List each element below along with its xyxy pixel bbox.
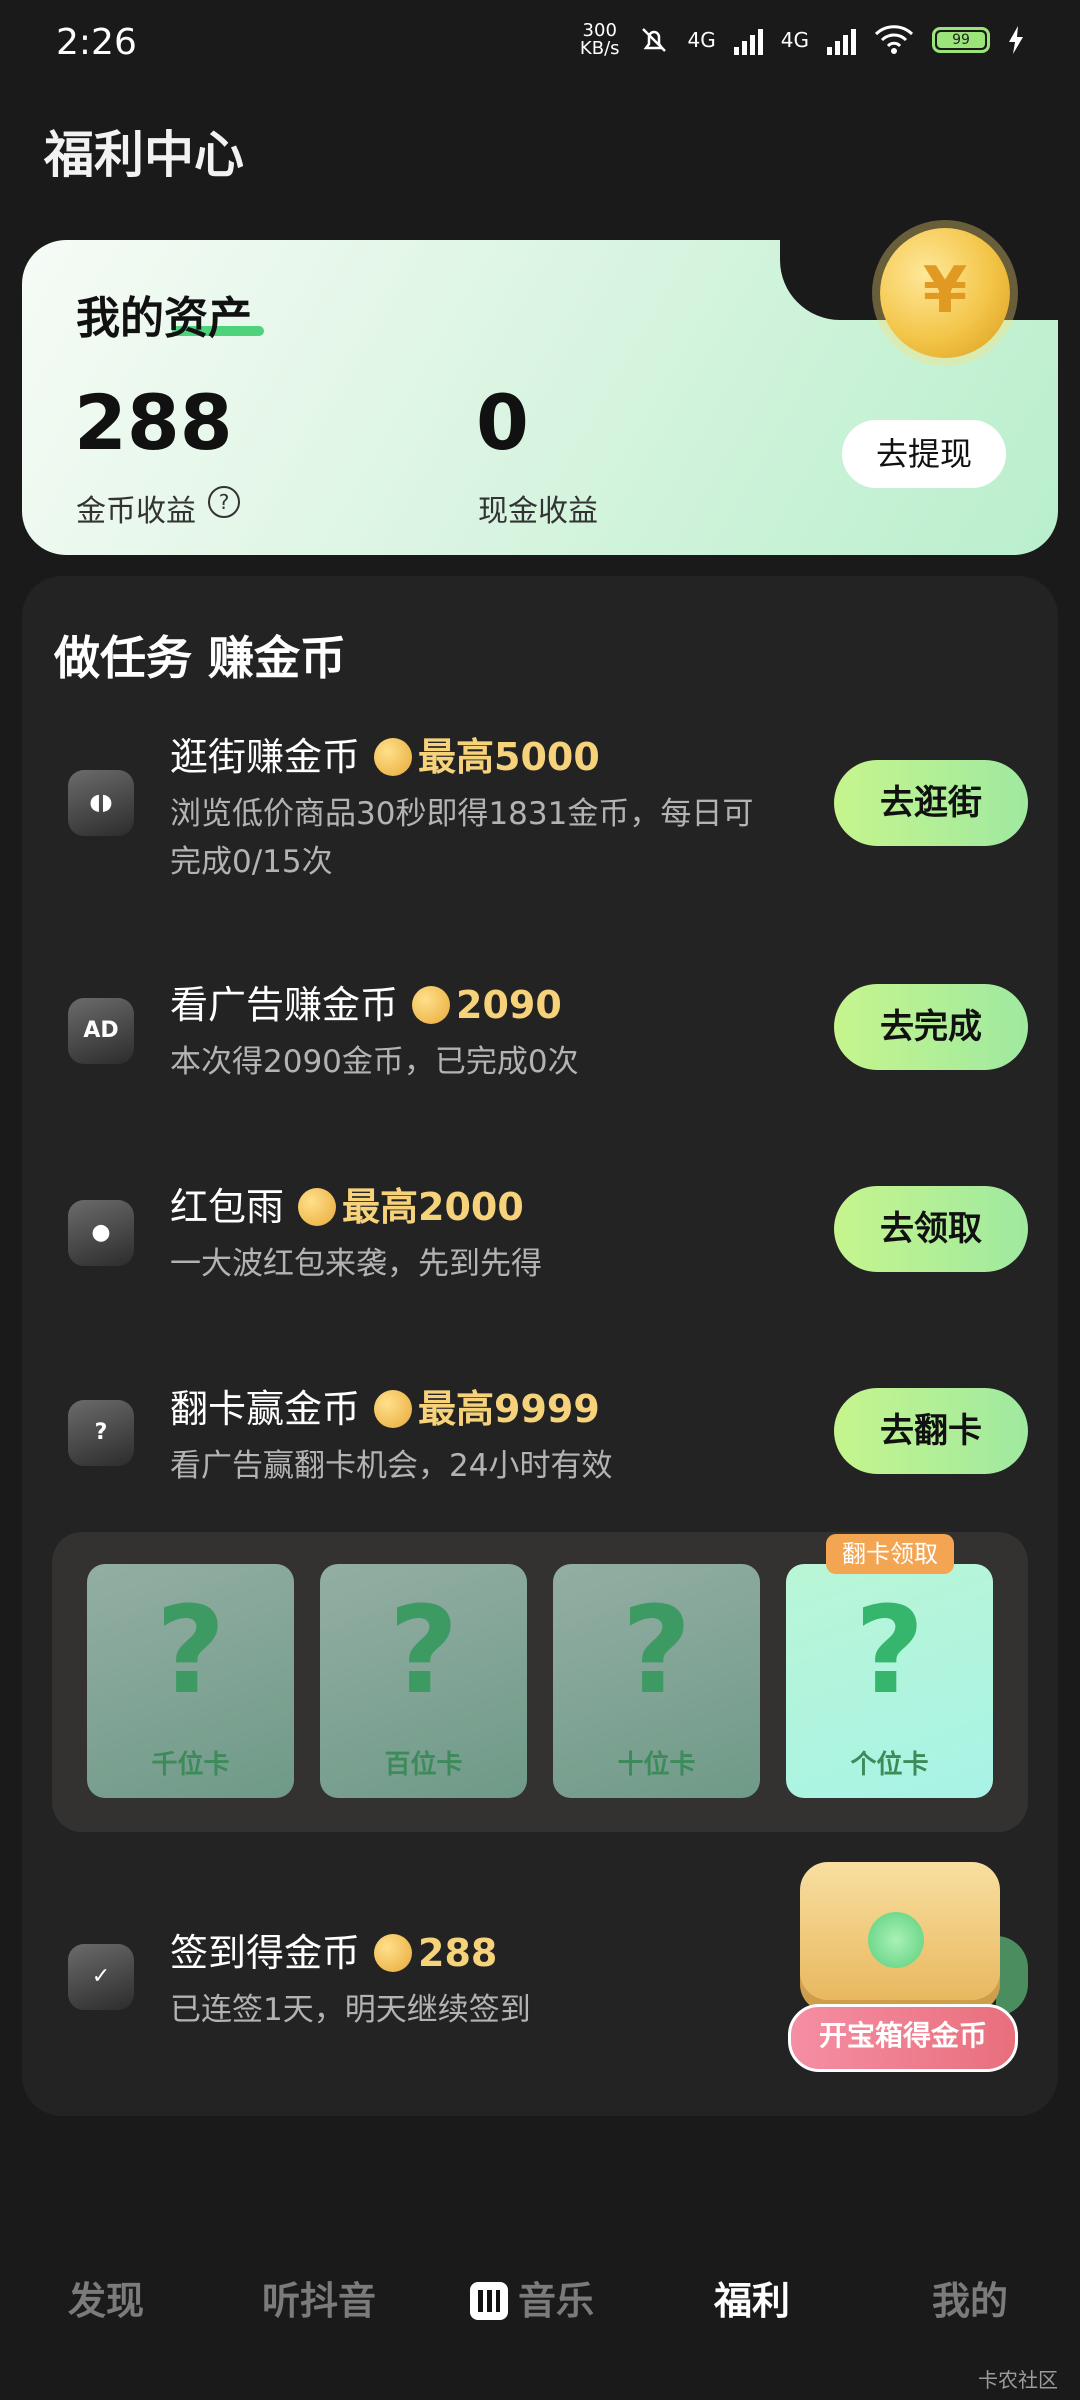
task-flipcard-desc: 看广告赢翻卡机会，24小时有效 — [170, 1448, 613, 1484]
question-mark: ? — [854, 1582, 925, 1721]
coin-icon — [374, 738, 413, 776]
task-shopping-desc: 浏览低价商品30秒即得1831金币，每日可 完成0/15次 — [170, 796, 754, 880]
hundreds-card[interactable]: ? 百位卡 — [320, 1564, 527, 1798]
go-shopping-button[interactable]: 去逛街 — [834, 760, 1028, 846]
thousands-card[interactable]: ? 千位卡 — [87, 1564, 294, 1798]
nav-discover[interactable]: 发现 — [68, 2270, 144, 2325]
network-type-2: 4G — [780, 28, 809, 52]
coin-earnings-label: 金币收益 — [76, 494, 196, 529]
status-time: 2:26 — [56, 22, 137, 63]
network-speed: 300 KB/s — [579, 20, 620, 59]
cash-earnings-label: 现金收益 — [478, 494, 598, 529]
tens-card[interactable]: ? 十位卡 — [553, 1564, 760, 1798]
open-chest-button[interactable]: 开宝箱得金币 — [788, 2004, 1018, 2072]
go-complete-button[interactable]: 去完成 — [834, 984, 1028, 1070]
card-icon: ? — [68, 1400, 134, 1466]
card-label: 千位卡 — [151, 1750, 230, 1780]
bag-icon: ◖◗ — [68, 770, 134, 836]
go-claim-button[interactable]: 去领取 — [834, 1186, 1028, 1272]
music-logo-icon — [470, 2282, 508, 2320]
card-label: 十位卡 — [617, 1750, 696, 1780]
task-ad-title: 看广告赚金币 2090 — [170, 983, 562, 1027]
task-flipcard-title: 翻卡赢金币 最高9999 — [170, 1387, 600, 1431]
signal-icon — [733, 25, 763, 55]
signal-icon-2 — [827, 25, 856, 55]
coin-icon — [412, 986, 451, 1024]
nav-me[interactable]: 我的 — [932, 2270, 1008, 2325]
checkin-desc: 已连签1天，明天继续签到 — [170, 1992, 531, 2028]
coin-icon — [374, 1934, 413, 1972]
page-title: 福利中心 — [44, 126, 244, 184]
watermark: 卡农社区 — [978, 2368, 1058, 2392]
task-shopping-title: 逛街赚金币 最高5000 — [170, 735, 600, 779]
coin-earnings-value: 288 — [74, 378, 233, 467]
nav-welfare[interactable]: 福利 — [714, 2270, 790, 2325]
card-label: 个位卡 — [850, 1750, 929, 1780]
question-mark: ? — [388, 1582, 459, 1721]
question-mark: ? — [621, 1582, 692, 1721]
gold-coin-icon — [880, 228, 1010, 358]
nav-music[interactable]: 音乐 — [470, 2270, 594, 2325]
battery-icon: 99 — [932, 27, 990, 53]
calendar-check-icon: ✓ — [68, 1944, 134, 2010]
ad-icon: AD — [68, 998, 134, 1064]
charging-icon — [1009, 26, 1023, 54]
task-redpacket-desc: 一大波红包来袭，先到先得 — [170, 1246, 542, 1282]
bell-muted-icon — [641, 28, 666, 52]
network-type-1: 4G — [687, 28, 716, 52]
help-icon[interactable]: ? — [208, 486, 240, 518]
withdraw-button[interactable]: 去提现 — [842, 420, 1006, 488]
checkin-title: 签到得金币 288 — [170, 1931, 498, 1975]
units-card[interactable]: ? 个位卡 — [786, 1564, 993, 1798]
task-redpacket-title: 红包雨 最高2000 — [170, 1185, 524, 1229]
wifi-icon — [874, 25, 914, 54]
go-flip-button[interactable]: 去翻卡 — [834, 1388, 1028, 1474]
question-mark: ? — [155, 1582, 226, 1721]
card-label: 百位卡 — [384, 1750, 463, 1780]
coin-icon — [298, 1188, 337, 1226]
red-packet-icon: ● — [68, 1200, 134, 1266]
chest-gem-icon — [868, 1912, 924, 1968]
coin-icon — [374, 1390, 413, 1428]
assets-title: 我的资产 — [76, 293, 252, 344]
task-ad-desc: 本次得2090金币，已完成0次 — [170, 1044, 579, 1080]
cash-earnings-value: 0 — [476, 378, 529, 467]
flip-claim-badge: 翻卡领取 — [826, 1534, 954, 1574]
status-icons: 300 KB/s 4G 4G 99 — [580, 22, 1024, 58]
nav-listen[interactable]: 听抖音 — [262, 2270, 376, 2325]
tasks-heading: 做任务 赚金币 — [54, 631, 347, 685]
